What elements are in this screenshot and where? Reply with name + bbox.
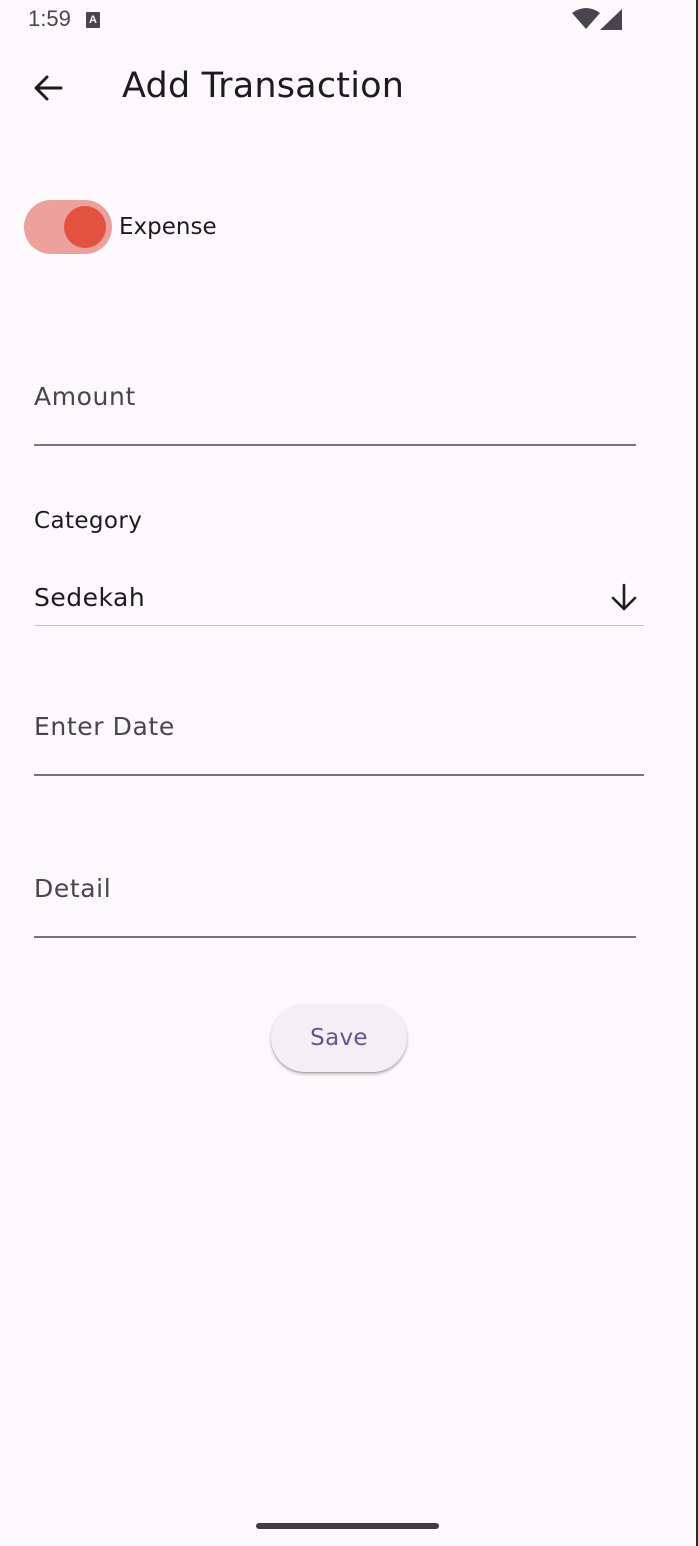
- detail-underline: [34, 936, 636, 938]
- switch-thumb: [64, 206, 106, 248]
- category-value: Sedekah: [34, 583, 146, 612]
- home-indicator[interactable]: [256, 1523, 439, 1529]
- category-label: Category: [34, 508, 143, 534]
- date-underline: [34, 774, 644, 776]
- back-button[interactable]: [24, 64, 72, 112]
- app-bar: Add Transaction: [0, 40, 698, 136]
- arrow-back-icon: [34, 75, 63, 101]
- detail-placeholder: Detail: [34, 874, 112, 903]
- expense-switch[interactable]: [24, 200, 112, 254]
- status-bar: 1:59 A: [0, 0, 698, 40]
- signal-icon: [600, 9, 622, 30]
- status-time: 1:59: [28, 6, 71, 31]
- save-label: Save: [310, 1025, 368, 1051]
- category-underline: [34, 625, 644, 626]
- toggle-label: Expense: [119, 214, 217, 240]
- notification-a-icon: A: [86, 12, 100, 28]
- wifi-icon: [572, 8, 600, 29]
- amount-placeholder: Amount: [34, 382, 136, 411]
- date-placeholder: Enter Date: [34, 712, 175, 741]
- amount-field[interactable]: Amount: [34, 382, 636, 446]
- date-field[interactable]: Enter Date: [34, 712, 644, 776]
- arrow-down-icon: [611, 583, 637, 611]
- page-title: Add Transaction: [122, 66, 405, 106]
- category-dropdown[interactable]: Sedekah: [34, 575, 644, 626]
- save-button[interactable]: Save: [271, 1004, 407, 1072]
- expense-toggle-row: Expense: [24, 199, 217, 255]
- detail-field[interactable]: Detail: [34, 874, 636, 938]
- amount-underline: [34, 444, 636, 446]
